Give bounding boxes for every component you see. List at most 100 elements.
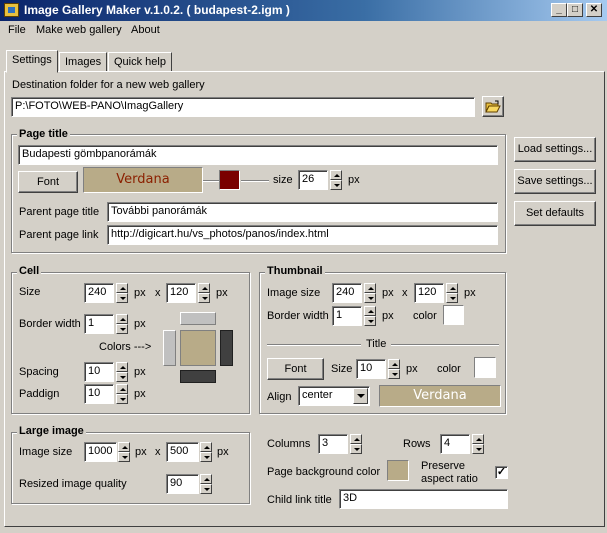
preserve-aspect-checkbox[interactable]: ✓ [495, 466, 508, 479]
cell-spacing-input[interactable]: 10 [84, 362, 114, 382]
columns-spinner[interactable] [350, 434, 362, 454]
cell-border-right-color[interactable] [220, 330, 233, 366]
cell-border-input[interactable]: 1 [84, 314, 114, 334]
cell-padding-label: Paddign [19, 388, 60, 400]
set-defaults-button[interactable]: Set defaults [514, 201, 596, 226]
thumb-title-size-spinner[interactable] [388, 359, 400, 379]
thumb-height-unit: px [464, 287, 476, 299]
quality-label: Resized image quality [19, 478, 127, 490]
cell-width-unit: px [134, 287, 146, 299]
cell-size-label: Size [19, 286, 41, 298]
title-size-unit: px [348, 174, 360, 186]
thumb-height-input[interactable]: 120 [414, 283, 444, 303]
cell-height-input[interactable]: 120 [166, 283, 196, 303]
large-image-group [11, 432, 250, 504]
parent-page-link-input[interactable]: http://digicart.hu/vs_photos/panos/index… [107, 225, 498, 245]
menu-about[interactable]: About [131, 24, 160, 36]
thumb-title-label: Title [366, 338, 387, 350]
bg-color-swatch[interactable] [387, 460, 409, 481]
title-size-input[interactable]: 26 [298, 170, 328, 190]
menu-bar: File Make web gallery About [0, 21, 607, 41]
font-preview-connector [203, 180, 219, 182]
cell-background-color[interactable] [180, 330, 216, 366]
cell-border-top-color[interactable] [180, 312, 216, 325]
large-width-input[interactable]: 1000 [84, 442, 117, 462]
menu-make-web-gallery[interactable]: Make web gallery [36, 24, 122, 36]
thumb-align-label: Align [267, 391, 292, 403]
rows-input[interactable]: 4 [440, 434, 470, 454]
cell-border-bottom-color[interactable] [180, 370, 216, 383]
cell-height-spinner[interactable] [198, 283, 210, 303]
title-font-button[interactable]: Font [18, 171, 78, 193]
tab-images[interactable]: Images [59, 52, 108, 72]
open-folder-icon [485, 100, 501, 113]
cell-spacing-label: Spacing [19, 366, 59, 378]
cell-border-left-color[interactable] [163, 330, 176, 366]
thumb-size-label: Image size [267, 287, 321, 299]
cell-width-input[interactable]: 240 [84, 283, 114, 303]
cell-border-spinner[interactable] [116, 314, 128, 334]
minimize-button[interactable]: _ [551, 3, 567, 17]
save-settings-button[interactable]: Save settings... [514, 169, 596, 194]
cell-padding-unit: px [134, 388, 146, 400]
destination-label: Destination folder for a new web gallery [12, 79, 205, 91]
cell-width-spinner[interactable] [116, 283, 128, 303]
thumb-height-spinner[interactable] [446, 283, 458, 303]
thumb-border-color-swatch[interactable] [443, 305, 464, 325]
load-settings-button[interactable]: Load settings... [514, 137, 596, 162]
thumb-title-size-input[interactable]: 10 [356, 359, 386, 379]
thumb-border-label: Border width [267, 310, 329, 322]
thumb-align-value: center [302, 389, 333, 401]
tab-settings[interactable]: Settings [6, 50, 58, 73]
large-size-label: Image size [19, 446, 73, 458]
cell-border-colors-preview[interactable] [163, 312, 233, 384]
large-height-unit: px [217, 446, 229, 458]
thumb-title-color-swatch[interactable] [474, 357, 496, 378]
cell-border-unit: px [134, 318, 146, 330]
thumb-border-unit: px [382, 310, 394, 322]
thumb-align-select[interactable]: center [298, 386, 370, 406]
title-size-spinner[interactable] [330, 170, 342, 190]
title-bar: Image Gallery Maker v.1.0.2. ( budapest-… [0, 0, 607, 21]
cell-colors-label: Colors ---> [99, 341, 152, 353]
thumb-font-button[interactable]: Font [267, 358, 324, 380]
destination-input[interactable]: P:\FOTO\WEB-PANO\ImagGallery [11, 97, 475, 117]
tab-quick-help[interactable]: Quick help [108, 52, 172, 72]
bg-color-label: Page background color [267, 466, 381, 478]
columns-input[interactable]: 3 [318, 434, 348, 454]
parent-page-title-input[interactable]: További panorámák [107, 202, 498, 222]
large-height-spinner[interactable] [200, 442, 212, 462]
thumb-title-size-label: Size [331, 363, 353, 375]
menu-file[interactable]: File [8, 24, 26, 36]
close-button[interactable]: ✕ [586, 3, 602, 17]
parent-page-title-label: Parent page title [19, 206, 100, 218]
quality-input[interactable]: 90 [166, 474, 199, 494]
preserve-aspect-label-2: aspect ratio [421, 473, 478, 485]
maximize-button[interactable]: □ [567, 3, 583, 17]
large-height-input[interactable]: 500 [166, 442, 199, 462]
cell-spacing-unit: px [134, 366, 146, 378]
thumb-title-color-label: color [437, 363, 461, 375]
thumb-width-spinner[interactable] [364, 283, 376, 303]
title-separator-right [391, 344, 499, 346]
page-title-input[interactable]: Budapesti gömbpanorámák [18, 145, 498, 165]
cell-spacing-spinner[interactable] [116, 362, 128, 382]
quality-spinner[interactable] [200, 474, 212, 494]
cell-border-label: Border width [19, 318, 81, 330]
rows-spinner[interactable] [472, 434, 484, 454]
browse-folder-button[interactable] [482, 96, 504, 117]
cell-padding-spinner[interactable] [116, 384, 128, 404]
large-width-unit: px [135, 446, 147, 458]
child-link-input[interactable]: 3D [339, 489, 508, 509]
thumb-width-input[interactable]: 240 [332, 283, 362, 303]
title-color-swatch[interactable] [219, 170, 240, 190]
cell-padding-input[interactable]: 10 [84, 384, 114, 404]
preserve-aspect-label-1: Preserve [421, 460, 466, 472]
cell-height-unit: px [216, 287, 228, 299]
thumb-border-input[interactable]: 1 [332, 306, 362, 326]
app-icon [4, 3, 19, 17]
large-width-spinner[interactable] [118, 442, 130, 462]
chevron-down-icon[interactable] [353, 388, 368, 404]
columns-label: Columns [267, 438, 311, 450]
thumb-border-spinner[interactable] [364, 306, 376, 326]
